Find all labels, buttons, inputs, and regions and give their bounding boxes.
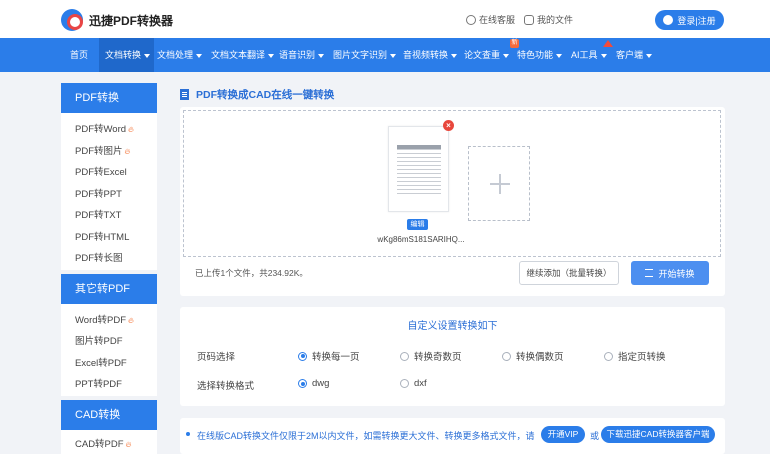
user-icon [663,15,674,25]
my-files-link[interactable]: 我的文件 [524,13,573,26]
radio-format-dwg[interactable]: dwg [298,378,329,389]
notice-bar: 在线版CAD转换文件仅限于2M以内文件，如需转换更大文件、转换更多格式文件，请 … [180,418,725,454]
start-convert-button[interactable]: 开始转换 [631,261,709,285]
nav-client[interactable]: 客户端 [616,38,653,72]
nav-translate[interactable]: 文档文本翻译 [211,38,275,72]
file-icon [524,14,534,25]
chevron-down-icon [503,53,510,58]
radio-icon [400,379,409,388]
login-label: 登录|注册 [677,15,716,26]
sidebar-item-cad-to-pdf[interactable]: CAD转PDF 🔥︎ [61,434,157,454]
file-name: wKg86mS181SARIHQ... [377,235,465,244]
sidebar: PDF转换 PDF转Word 🔥︎ PDF转图片 🔥︎ PDF转Excel PDF转… [61,83,157,454]
chevron-down-icon [144,53,151,58]
edit-button[interactable]: 编辑 [407,219,428,230]
online-service-link[interactable]: 在线客服 [466,13,515,26]
radio-checked-icon [298,351,307,361]
radio-specific-pages[interactable]: 指定页转换 [604,349,666,363]
sidebar-section-pdf-convert[interactable]: PDF转换 [61,83,157,113]
format-select-label: 选择转换格式 [197,381,255,392]
page-title: PDF转换成CAD在线一键转换 [180,87,334,102]
close-icon[interactable]: × [443,120,454,131]
top-header: 迅捷PDF转换器 在线客服 我的文件 登录|注册 [0,0,770,38]
fire-icon: 🔥︎ [128,315,134,325]
add-file-button[interactable] [468,146,530,221]
continue-add-button[interactable]: 继续添加（批量转换） [519,261,619,285]
radio-icon [604,351,613,361]
chevron-down-icon [600,53,607,58]
radio-checked-icon [298,379,307,388]
swap-icon [645,269,654,277]
my-files-label: 我的文件 [537,15,574,25]
fire-icon: 🔥︎ [128,125,134,134]
online-service-label: 在线客服 [479,15,516,25]
chevron-down-icon [268,53,275,58]
radio-icon [502,351,511,361]
notice-or: 或 [590,431,600,441]
hot-badge-icon [602,40,613,47]
nav-ocr[interactable]: 图片文字识别 [333,38,397,72]
radio-odd-pages[interactable]: 转换奇数页 [400,349,462,363]
chevron-down-icon [556,53,563,58]
nav-home[interactable]: 首页 [61,38,99,72]
nav-doc-convert[interactable]: 文档转换 [99,38,154,72]
headset-icon [466,14,476,25]
chevron-down-icon [646,53,653,58]
bullet-icon [186,432,190,436]
notice-text: 在线版CAD转换文件仅限于2M以内文件，如需转换更大文件、转换更多格式文件，请 [197,431,535,441]
sidebar-section-cad-convert[interactable]: CAD转换 [61,399,157,430]
radio-format-dxf[interactable]: dxf [400,378,427,389]
open-vip-button[interactable]: 开通VIP [541,426,585,443]
chevron-down-icon [451,53,458,58]
upload-status: 已上传1个文件，共234.92K。 [195,268,308,278]
sidebar-item-pdf-to-word[interactable]: PDF转Word 🔥︎ [61,119,157,141]
nav-speech[interactable]: 语音识别 [279,38,325,72]
logo-icon [61,9,83,31]
sidebar-item-pdf-to-excel[interactable]: PDF转Excel [61,162,157,184]
settings-card: 自定义设置转换如下 页码选择 转换每一页 转换奇数页 转换偶数页 指定页转换 选… [180,307,725,406]
radio-icon [400,351,409,361]
sidebar-item-pdf-to-ppt[interactable]: PDF转PPT [61,184,157,206]
chevron-down-icon [196,53,203,58]
settings-title: 自定义设置转换如下 [407,321,498,332]
nav-plagiarism[interactable]: 论文查重新 [464,38,520,72]
sidebar-section-other-to-pdf[interactable]: 其它转PDF [61,273,157,304]
page-select-label: 页码选择 [197,352,236,363]
radio-every-page[interactable]: 转换每一页 [298,349,360,363]
nav-doc-process[interactable]: 文档处理 [157,38,203,72]
sidebar-item-pdf-to-txt[interactable]: PDF转TXT [61,205,157,227]
document-icon [180,89,189,100]
logo-text: 迅捷PDF转换器 [89,13,174,28]
radio-even-pages[interactable]: 转换偶数页 [502,349,564,363]
file-drop-zone[interactable]: × 编辑 wKg86mS181SARIHQ... [183,110,721,257]
sidebar-item-ppt-to-pdf[interactable]: PPT转PDF [61,374,157,396]
sidebar-item-pdf-to-image[interactable]: PDF转图片 🔥︎ [61,141,157,163]
nav-av-convert[interactable]: 音视频转换 [403,38,458,72]
nav-features[interactable]: 特色功能 [517,38,563,72]
fire-icon: 🔥︎ [124,146,131,156]
nav-ai-tools[interactable]: AI工具 [571,38,613,72]
sidebar-item-word-to-pdf[interactable]: Word转PDF 🔥︎ [61,310,157,332]
sidebar-item-excel-to-pdf[interactable]: Excel转PDF [61,353,157,375]
login-button[interactable]: 登录|注册 [655,10,724,30]
chevron-down-icon [390,53,397,58]
chevron-down-icon [318,53,325,58]
main-nav: 首页 文档转换 文档处理 文档文本翻译 语音识别 图片文字识别 音视频转换 论文… [0,38,770,72]
document-preview [397,145,441,195]
upload-card: × 编辑 wKg86mS181SARIHQ... 已上传1个文件，共234.92… [180,107,725,296]
logo[interactable]: 迅捷PDF转换器 [61,9,173,31]
download-client-button[interactable]: 下载迅捷CAD转换器客户端 [601,426,715,443]
sidebar-item-pdf-to-html[interactable]: PDF转HTML [61,227,157,249]
sidebar-item-pdf-to-long-image[interactable]: PDF转长图 [61,248,157,270]
file-thumbnail[interactable] [388,126,449,212]
fire-icon: 🔥︎ [125,439,132,449]
sidebar-item-image-to-pdf[interactable]: 图片转PDF [61,331,157,353]
